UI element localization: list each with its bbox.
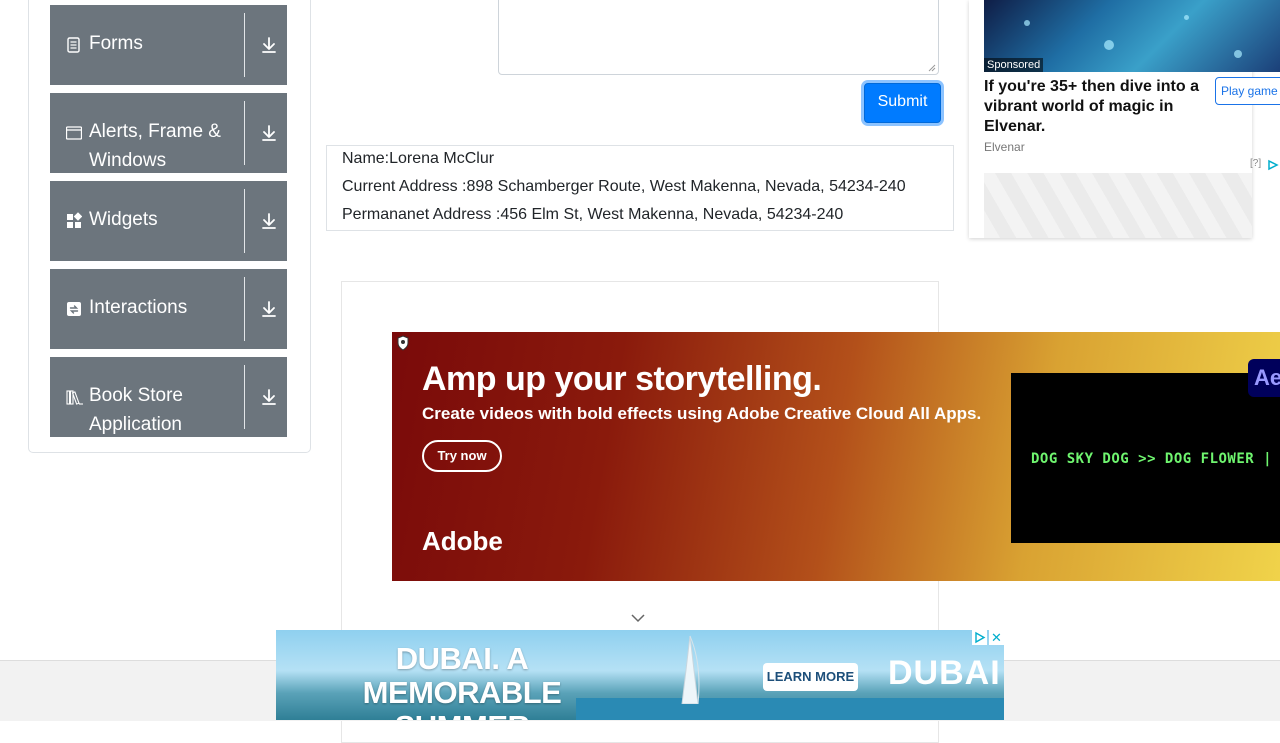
ad-brand[interactable]: Elvenar (984, 140, 1025, 154)
chevron-down-icon[interactable] (630, 612, 646, 624)
adchoices-icon[interactable] (972, 630, 987, 645)
sidebar-group-forms[interactable]: Forms (50, 5, 287, 85)
sidebar-group-book-store[interactable]: Book Store Application (50, 357, 287, 437)
sidebar-group-label: Book Store Application (89, 385, 183, 435)
sidebar-group-label: Interactions (89, 297, 188, 318)
sidebar-group-label: Alerts, Frame & Windows (89, 121, 221, 171)
sidebar-group-widgets[interactable]: Widgets (50, 181, 287, 261)
divider (244, 189, 245, 253)
sponsored-ad[interactable]: Sponsored If you're 35+ then dive into a… (969, 0, 1280, 238)
widgets-icon (67, 212, 82, 228)
ad-help-link[interactable]: [?] (1250, 158, 1261, 169)
ad-background-pattern (984, 173, 1252, 238)
download-icon[interactable] (257, 121, 281, 145)
sidebar-group-label: Widgets (89, 209, 158, 230)
dubai-logo: DUBAI (888, 654, 1001, 692)
try-now-button[interactable]: Try now (422, 440, 502, 472)
ad-headline: Amp up your storytelling. (422, 360, 822, 398)
download-icon[interactable] (257, 385, 281, 409)
download-icon[interactable] (257, 297, 281, 321)
sidebar-group-alerts[interactable]: Alerts, Frame & Windows (50, 93, 287, 173)
shield-icon (397, 335, 409, 351)
sidebar-group-interactions[interactable]: Interactions (50, 269, 287, 349)
ad-subline: Create videos with bold effects using Ad… (422, 404, 982, 423)
divider (244, 277, 245, 341)
close-icon[interactable]: ✕ (989, 630, 1004, 645)
divider (244, 365, 245, 429)
sponsored-label: Sponsored (984, 58, 1044, 72)
window-icon (66, 126, 82, 140)
ad-video[interactable]: DOG SKY DOG >> DOG FLOWER | (1011, 373, 1280, 543)
download-icon[interactable] (257, 209, 281, 233)
download-icon[interactable] (257, 33, 281, 57)
dubai-banner-ad[interactable]: DUBAI. A MEMORABLE SUMMER VACATION LEARN… (276, 630, 1004, 720)
interactions-icon (67, 302, 81, 316)
output-box: Name:Lorena McClur Current Address :898 … (326, 145, 954, 231)
adchoices-icon[interactable] (1267, 159, 1279, 171)
sidebar-group-label: Forms (89, 33, 143, 54)
ad-headline: DUBAI. A MEMORABLE SUMMER VACATION (362, 641, 562, 721)
after-effects-badge: Ae (1248, 359, 1280, 397)
books-icon (66, 390, 83, 405)
output-name: Name:Lorena McClur (342, 150, 495, 167)
submit-button[interactable]: Submit (864, 83, 941, 123)
play-game-button[interactable]: Play game (1215, 77, 1280, 105)
ad-headline[interactable]: If you're 35+ then dive into a vibrant w… (984, 77, 1209, 137)
forms-icon (67, 37, 80, 53)
divider (244, 101, 245, 165)
output-permanent-address: Permananet Address :456 Elm St, West Mak… (342, 206, 844, 223)
ad-background (576, 698, 1004, 720)
output-current-address: Current Address :898 Schamberger Route, … (342, 178, 906, 195)
video-ticker-text: DOG SKY DOG >> DOG FLOWER | (1031, 451, 1273, 467)
learn-more-button[interactable]: LEARN MORE (763, 663, 858, 691)
divider (244, 13, 245, 77)
resize-grip-icon[interactable] (928, 64, 936, 72)
adobe-logo: Adobe (422, 526, 503, 556)
permanent-address-textarea[interactable] (498, 0, 939, 75)
adobe-banner-ad[interactable]: Amp up your storytelling. Create videos … (392, 332, 1280, 581)
burj-al-arab-icon (681, 635, 700, 704)
